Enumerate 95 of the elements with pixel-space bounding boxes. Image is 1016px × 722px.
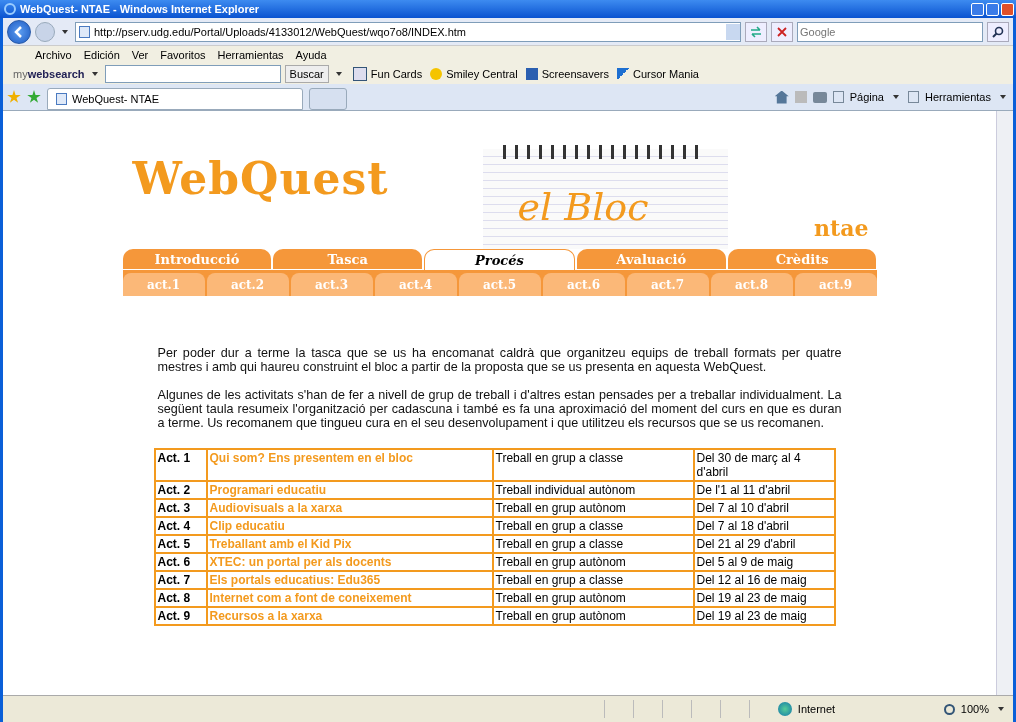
table-cell: Del 7 al 18 d'abril xyxy=(693,517,835,535)
logo-text: WebQuest xyxy=(132,153,389,204)
browser-logo-icon xyxy=(4,3,16,15)
table-cell: Treball en grup autònom xyxy=(492,589,694,607)
nav-tab[interactable]: Avaluació xyxy=(576,249,726,269)
scrollbar[interactable] xyxy=(996,111,1013,695)
table-cell: Act. 8 xyxy=(154,589,207,607)
smiley-icon xyxy=(430,68,443,80)
dropdown-caret-icon[interactable] xyxy=(892,95,899,99)
nav-tab[interactable]: Crèdits xyxy=(727,249,877,269)
menu-item[interactable]: Favoritos xyxy=(160,49,206,61)
activity-tab[interactable]: act.1 xyxy=(122,273,205,296)
dropdown-caret-icon[interactable] xyxy=(62,29,68,34)
table-cell: Treball en grup a classe xyxy=(492,571,694,589)
zoom-level[interactable]: 100% xyxy=(960,703,989,715)
banner-subtitle: el Bloc xyxy=(517,185,649,229)
tab-title: WebQuest- NTAE xyxy=(72,93,159,105)
activity-tab[interactable]: act.2 xyxy=(206,273,289,296)
nav-tab[interactable]: Introducció xyxy=(122,249,272,269)
toolbar-link[interactable]: Screensavers xyxy=(541,68,609,80)
dropdown-caret-icon[interactable] xyxy=(1000,95,1006,99)
table-cell: Del 21 al 29 d'abril xyxy=(693,535,835,553)
activity-tab[interactable]: act.6 xyxy=(542,273,625,296)
nav-tab[interactable]: Tasca xyxy=(273,249,423,269)
paragraph: Per poder dur a terme la tasca que se us ha encomanat caldrà que organitzeu equips de treball formats per quatre mestres i amb qui haureu construint el bloc a partir de la proposta que se us presenta en aquesta WebQuest. xyxy=(157,346,842,374)
table-cell: De l'1 al 11 d'abril xyxy=(693,481,835,499)
home-icon[interactable] xyxy=(774,90,789,104)
search-button[interactable]: Buscar xyxy=(284,65,329,83)
banner-tag: ntae xyxy=(814,215,869,241)
globe-icon xyxy=(777,702,792,716)
paragraph: Algunes de les activitats s'han de fer a nivell de grup de treball i d'altres estan pensades per a treballar individualment. La següent taula resumeix l'organització per cadascuna i també es fa una aproximació del moment del curs en que es duran a terme. Us recomanem que tingueu cura en el seu desenvolupament i que utilitzeu els recursos que se us recomanen. xyxy=(157,388,842,430)
menu-item[interactable]: Herramientas xyxy=(217,49,284,61)
table-cell: Act. 3 xyxy=(154,499,207,517)
activity-tab[interactable]: act.9 xyxy=(794,273,877,296)
table-cell: Act. 5 xyxy=(154,535,207,553)
table-cell: Del 12 al 16 de maig xyxy=(693,571,835,589)
toolbar-search-field[interactable] xyxy=(104,65,281,83)
dropdown-caret-icon[interactable] xyxy=(335,72,342,76)
table-cell: Treball en grup autònom xyxy=(492,607,694,625)
table-cell: Del 7 al 10 d'abril xyxy=(693,499,835,517)
activity-tab[interactable]: act.5 xyxy=(458,273,541,296)
toolbar-link[interactable]: Fun Cards xyxy=(370,68,423,80)
table-cell: Act. 6 xyxy=(154,553,207,571)
table-cell: Act. 2 xyxy=(154,481,207,499)
add-favorite-icon[interactable] xyxy=(27,90,41,104)
card-icon xyxy=(352,67,367,81)
monitor-icon xyxy=(525,68,538,80)
search-icon xyxy=(992,25,1004,38)
toolbar-link[interactable]: Cursor Mania xyxy=(632,68,699,80)
nav-tab[interactable]: Procés xyxy=(424,249,575,270)
table-cell: Treball en grup a classe xyxy=(492,535,694,553)
menu-item[interactable]: Edición xyxy=(83,49,120,61)
table-cell: Treball individual autònom xyxy=(492,481,694,499)
activity-tab[interactable]: act.3 xyxy=(290,273,373,296)
table-cell: Del 19 al 23 de maig xyxy=(693,589,835,607)
table-cell: Act. 7 xyxy=(154,571,207,589)
menu-item[interactable]: Ayuda xyxy=(295,49,327,61)
table-cell: Treball en grup a classe xyxy=(492,449,694,481)
close-button[interactable] xyxy=(1001,2,1014,16)
stop-button[interactable] xyxy=(771,21,793,42)
search-field[interactable]: Google xyxy=(797,21,983,42)
security-zone: Internet xyxy=(797,703,837,715)
command-button[interactable]: Herramientas xyxy=(924,91,991,103)
refresh-arrows-icon xyxy=(750,25,762,38)
table-cell: Act. 1 xyxy=(154,449,207,481)
stop-x-icon xyxy=(777,26,787,37)
dropdown-caret-icon[interactable] xyxy=(91,72,98,76)
back-button[interactable] xyxy=(7,19,31,44)
menu-item[interactable]: Archivo xyxy=(35,49,72,61)
table-cell: Del 5 al 9 de maig xyxy=(693,553,835,571)
page-icon xyxy=(832,91,844,103)
table-cell: Del 30 de març al 4 d'abril xyxy=(693,449,835,481)
table-cell: Treball en grup autònom xyxy=(492,499,694,517)
activity-tab[interactable]: act.7 xyxy=(626,273,709,296)
table-cell: Treball en grup a classe xyxy=(492,517,694,535)
page-icon xyxy=(56,93,67,105)
zoom-icon[interactable] xyxy=(943,703,955,715)
table-cell: Del 19 al 23 de maig xyxy=(693,607,835,625)
activity-tab[interactable]: act.4 xyxy=(374,273,457,296)
window-title: WebQuest- NTAE - Windows Internet Explorer xyxy=(20,3,260,15)
command-button[interactable]: Página xyxy=(849,91,884,103)
page-icon xyxy=(907,91,919,103)
toolbar-brand: mywebsearch xyxy=(13,68,85,80)
toolbar-link[interactable]: Smiley Central xyxy=(446,68,518,80)
maximize-button[interactable] xyxy=(986,2,999,16)
table-cell: Treball en grup autònom xyxy=(492,553,694,571)
table-cell: Act. 4 xyxy=(154,517,207,535)
address-field[interactable]: http://pserv.udg.edu/Portal/Uploads/4133012/WebQuest/wqo7o8/INDEX.htm xyxy=(75,21,741,42)
minimize-button[interactable] xyxy=(971,2,984,16)
browser-tab[interactable]: WebQuest- NTAE xyxy=(47,88,303,110)
dropdown-caret-icon[interactable] xyxy=(998,707,1004,711)
activity-tab[interactable]: act.8 xyxy=(710,273,793,296)
menu-item[interactable]: Ver xyxy=(131,49,149,61)
table-cell: Act. 9 xyxy=(154,607,207,625)
search-button[interactable] xyxy=(987,21,1009,42)
